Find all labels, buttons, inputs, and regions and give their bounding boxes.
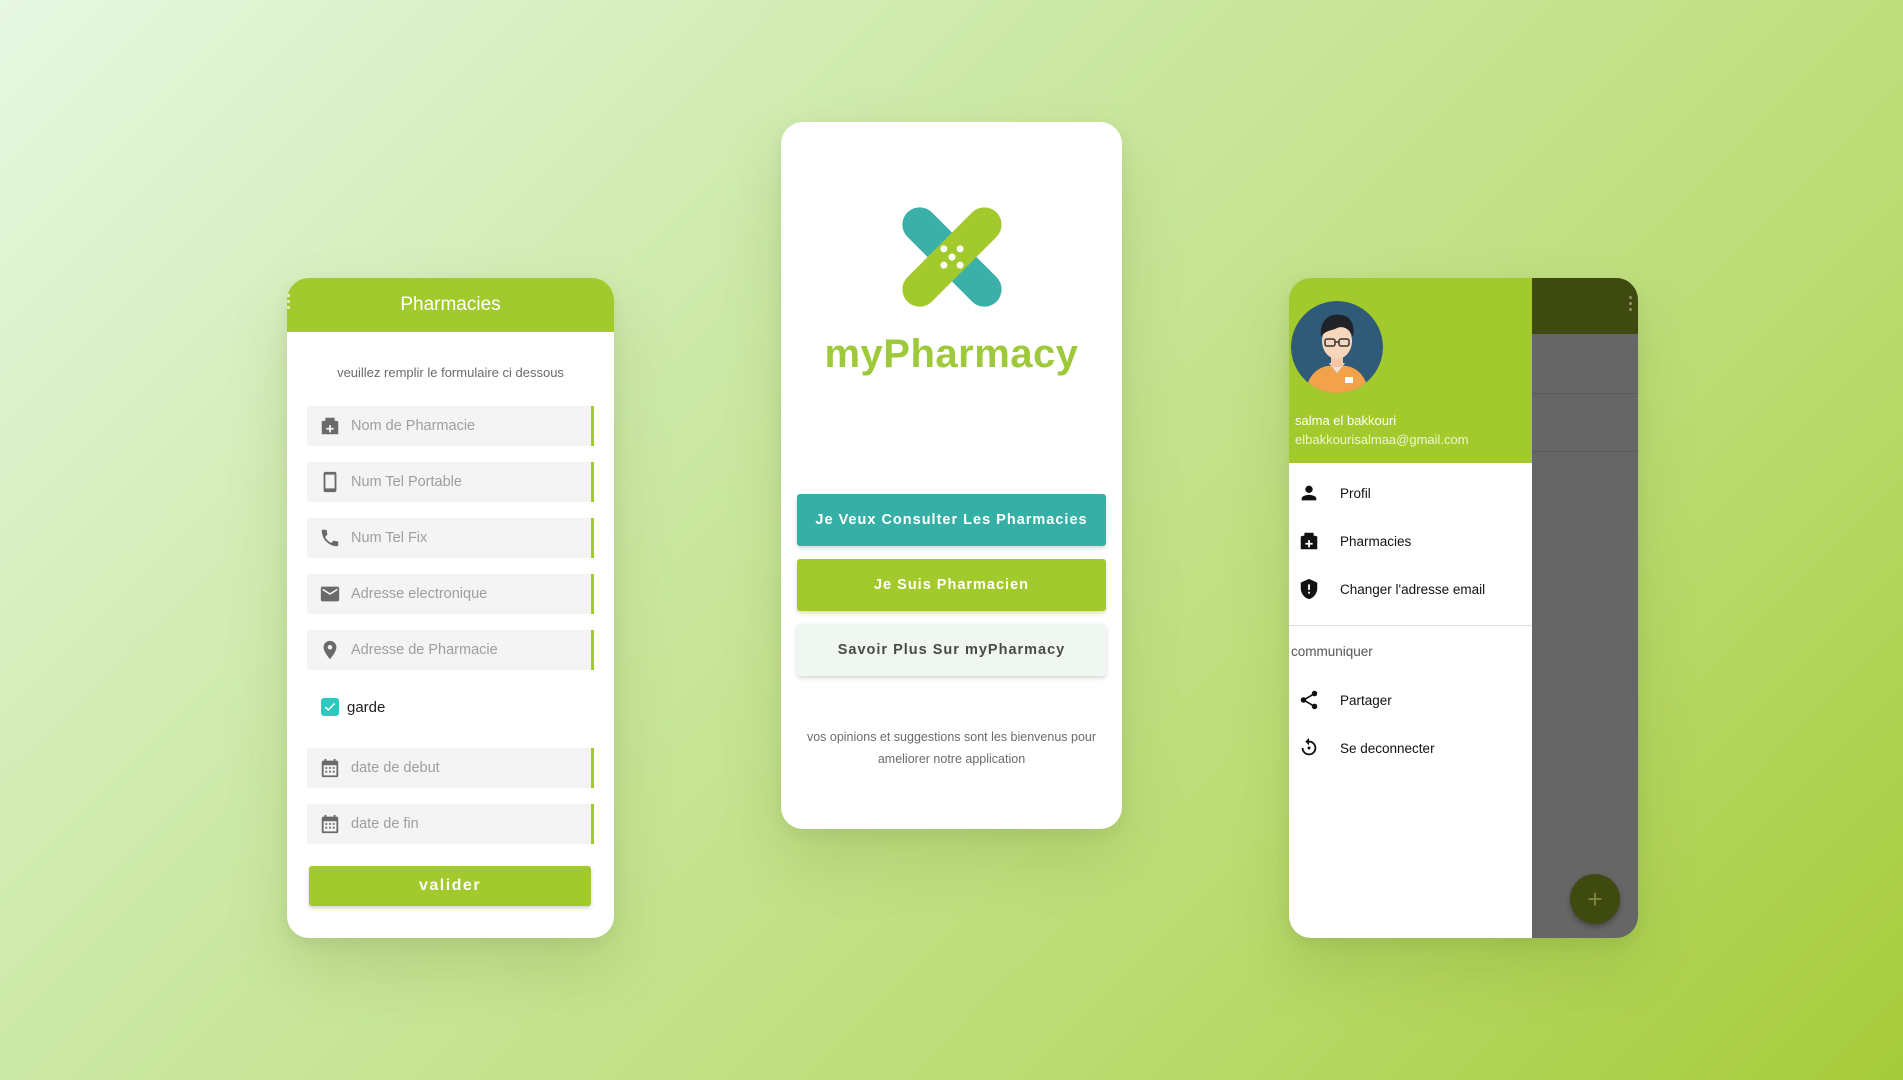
mobile-phone-field[interactable]: Num Tel Portable	[307, 462, 594, 502]
background-toolbar	[1532, 278, 1638, 334]
end-date-field[interactable]: date de fin	[307, 804, 594, 844]
user-email: elbakkourisalmaa@gmail.com	[1295, 432, 1469, 447]
share-icon	[1300, 690, 1318, 710]
logout-icon	[1301, 737, 1317, 756]
home-screen: myPharmacy Je Veux Consulter Les Pharmac…	[781, 122, 1122, 829]
form-instructions: veuillez remplir le formulaire ci dessou…	[337, 365, 564, 380]
submit-button[interactable]: valider	[309, 866, 591, 906]
email-placeholder: Adresse electronique	[351, 586, 488, 602]
pharmacy-address-field[interactable]: Adresse de Pharmacie	[307, 630, 594, 670]
brand-name: myPharmacy	[824, 332, 1079, 376]
drawer-panel: salma el bakkouri elbakkourisalmaa@gmail…	[1289, 278, 1532, 938]
drawer-divider	[1289, 625, 1532, 626]
pharmacy-icon	[321, 417, 339, 435]
about-button[interactable]: Savoir Plus Sur myPharmacy	[797, 624, 1106, 676]
pharmacy-name-placeholder: Nom de Pharmacie	[351, 418, 476, 434]
landline-phone-placeholder: Num Tel Fix	[351, 530, 428, 546]
pharmacy-icon	[1300, 532, 1318, 550]
check-icon	[324, 702, 336, 711]
app-bar: Pharmacies	[287, 278, 614, 332]
smartphone-icon	[323, 471, 337, 493]
drawer-item-label: Changer l'adresse email	[1340, 581, 1486, 597]
pharmacist-button[interactable]: Je Suis Pharmacien	[797, 559, 1106, 611]
garde-label: garde	[347, 698, 386, 716]
feedback-note: vos opinions et suggestions sont les bie…	[806, 730, 1097, 766]
add-fab-button[interactable]: +	[1570, 874, 1620, 924]
garde-checkbox-row[interactable]: garde	[321, 698, 385, 716]
drawer-item-pharmacies[interactable]: Pharmacies	[1298, 529, 1411, 553]
email-field[interactable]: Adresse electronique	[307, 574, 594, 614]
drawer-item-change-email[interactable]: Changer l'adresse email	[1298, 577, 1485, 601]
user-name: salma el bakkouri	[1295, 413, 1397, 428]
avatar	[1291, 301, 1383, 393]
more-vert-icon[interactable]	[1629, 296, 1632, 314]
garde-checkbox[interactable]	[321, 698, 339, 716]
calendar-icon	[321, 814, 339, 834]
pharmacy-form-screen: Pharmacies veuillez remplir le formulair…	[287, 278, 614, 938]
background-divider	[1532, 393, 1638, 394]
location-pin-icon	[323, 640, 337, 660]
app-bar-title: Pharmacies	[400, 294, 501, 315]
start-date-field[interactable]: date de debut	[307, 748, 594, 788]
drawer-header: salma el bakkouri elbakkourisalmaa@gmail…	[1289, 278, 1532, 463]
consult-pharmacies-button[interactable]: Je Veux Consulter Les Pharmacies	[797, 494, 1106, 546]
bandage-cross-logo-icon	[902, 207, 1002, 307]
start-date-placeholder: date de debut	[351, 760, 440, 776]
email-icon	[320, 586, 340, 602]
pharmacy-name-field[interactable]: Nom de Pharmacie	[307, 406, 594, 446]
end-date-placeholder: date de fin	[351, 816, 419, 832]
drawer-item-logout[interactable]: Se deconnecter	[1298, 736, 1435, 760]
phone-icon	[321, 529, 339, 547]
overflow-dots-icon	[287, 294, 290, 314]
drawer-item-label: Pharmacies	[1340, 533, 1412, 549]
person-icon	[1301, 485, 1317, 501]
drawer-section-label: communiquer	[1291, 644, 1373, 659]
navigation-drawer-screen: + salma el bakkouri elbakkourisalmaa@gma…	[1289, 278, 1638, 938]
shield-icon	[1300, 578, 1318, 600]
drawer-item-profil[interactable]: Profil	[1298, 481, 1371, 505]
drawer-item-share[interactable]: Partager	[1298, 688, 1392, 712]
drawer-item-label: Profil	[1340, 485, 1371, 501]
landline-phone-field[interactable]: Num Tel Fix	[307, 518, 594, 558]
calendar-icon	[321, 758, 339, 778]
background-divider	[1532, 451, 1638, 452]
drawer-item-label: Se deconnecter	[1340, 740, 1435, 756]
pharmacy-address-placeholder: Adresse de Pharmacie	[351, 642, 498, 658]
mobile-phone-placeholder: Num Tel Portable	[351, 474, 462, 490]
drawer-item-label: Partager	[1340, 692, 1392, 708]
